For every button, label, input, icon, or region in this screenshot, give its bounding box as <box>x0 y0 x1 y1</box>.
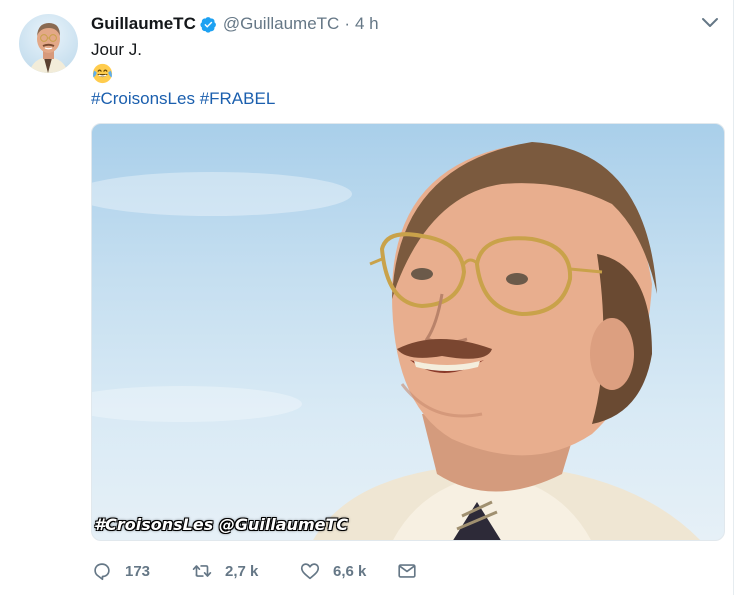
retweet-icon <box>192 565 212 577</box>
author-name[interactable]: GuillaumeTC <box>91 14 196 34</box>
face-with-tears-of-joy-icon <box>92 63 113 84</box>
tweet-timestamp[interactable]: 4 h <box>355 14 379 34</box>
reply-count: 173 <box>125 562 151 580</box>
author-handle[interactable]: @GuillaumeTC <box>223 14 339 34</box>
reply-icon <box>94 563 110 581</box>
retweet-button[interactable]: 2,7 k <box>191 560 299 582</box>
tweet-card: GuillaumeTC @GuillaumeTC · 4 h Jour J. #… <box>0 0 734 595</box>
tweet-media-image[interactable]: #CroisonsLes @GuillaumeTC <box>91 123 725 541</box>
hashtag-link[interactable]: #FRABEL <box>200 89 276 108</box>
envelope-icon <box>398 564 416 578</box>
heart-icon <box>300 563 320 580</box>
media-watermark: #CroisonsLes @GuillaumeTC <box>94 515 349 534</box>
reply-button[interactable]: 173 <box>91 560 191 582</box>
like-count: 6,6 k <box>333 562 367 580</box>
tweet-text: Jour J. <box>91 40 143 59</box>
verified-badge-icon <box>200 16 216 33</box>
separator-dot: · <box>344 14 350 33</box>
chevron-down-icon[interactable] <box>701 16 719 30</box>
tweet-header: GuillaumeTC @GuillaumeTC · 4 h <box>91 13 379 35</box>
hashtag-line: #CroisonsLes #FRABEL <box>91 89 275 109</box>
tweet-actions: 173 2,7 k 6,6 k <box>91 558 418 584</box>
like-button[interactable]: 6,6 k <box>299 560 396 582</box>
hashtag-link[interactable]: #CroisonsLes <box>91 89 195 108</box>
portrait-illustration <box>92 142 700 540</box>
avatar[interactable] <box>19 14 78 73</box>
direct-message-button[interactable] <box>396 560 418 582</box>
retweet-count: 2,7 k <box>225 562 259 580</box>
